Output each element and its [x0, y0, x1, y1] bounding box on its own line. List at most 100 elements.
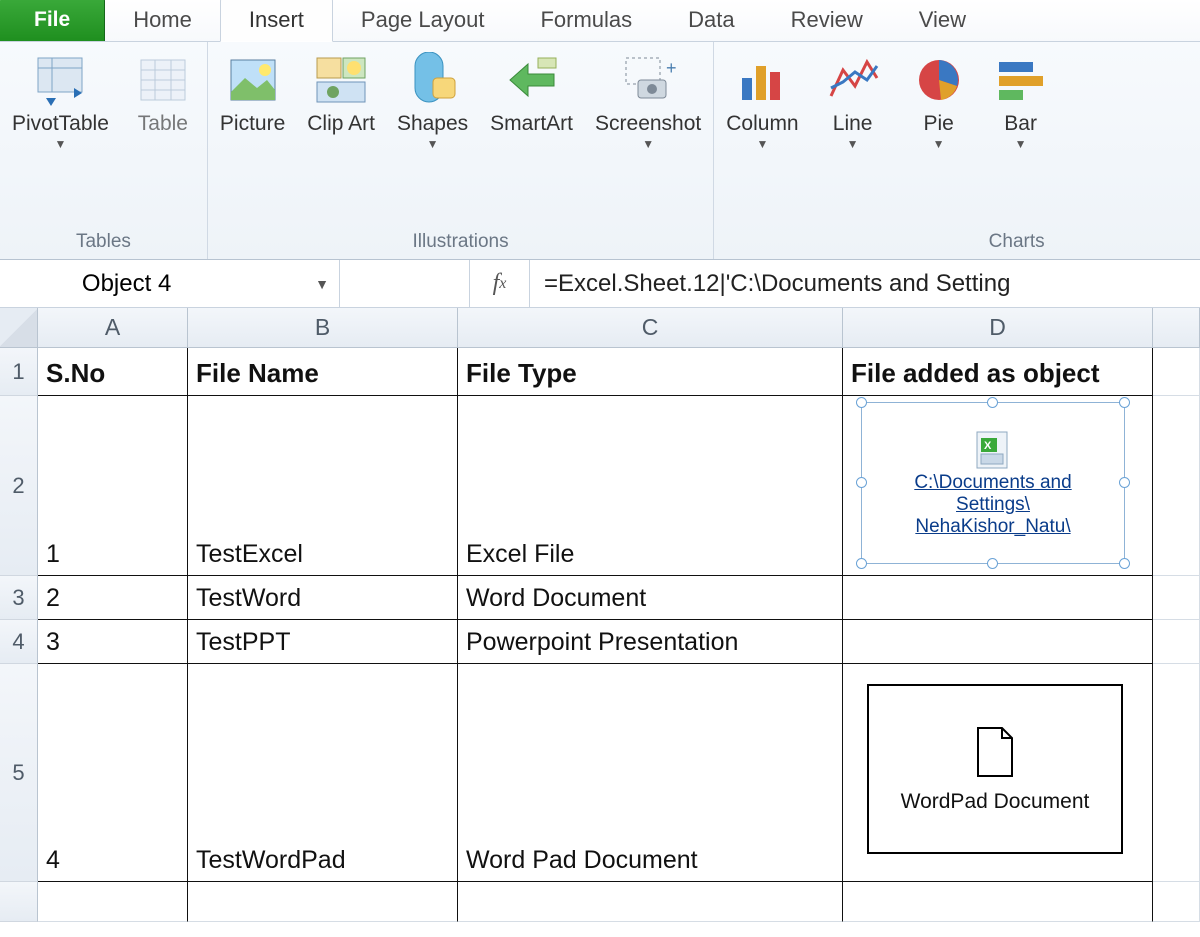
- cell-B4[interactable]: TestPPT: [188, 620, 458, 664]
- cell-C6[interactable]: [458, 882, 843, 922]
- shapes-button[interactable]: Shapes ▼: [389, 48, 476, 227]
- tab-view[interactable]: View: [891, 0, 994, 41]
- cell-E6[interactable]: [1153, 882, 1200, 922]
- chart-column-icon: [734, 52, 790, 108]
- cell-B5[interactable]: TestWordPad: [188, 664, 458, 882]
- tab-formulas[interactable]: Formulas: [512, 0, 660, 41]
- object-path-line2: Settings\: [956, 494, 1030, 516]
- embedded-object-wordpad[interactable]: WordPad Document: [867, 684, 1123, 854]
- name-box[interactable]: Object 4 ▼: [0, 260, 340, 307]
- chart-column-button[interactable]: Column ▼: [718, 48, 806, 227]
- fx-icon[interactable]: fx: [470, 260, 530, 307]
- cell-C2[interactable]: Excel File: [458, 396, 843, 576]
- shapes-label: Shapes: [397, 112, 468, 135]
- col-header-C[interactable]: C: [458, 308, 843, 347]
- cell-A6[interactable]: [38, 882, 188, 922]
- shapes-icon: [405, 52, 461, 108]
- cell-C4[interactable]: Powerpoint Presentation: [458, 620, 843, 664]
- col-header-A[interactable]: A: [38, 308, 188, 347]
- row-header-2[interactable]: 2: [0, 396, 38, 576]
- row-header-5[interactable]: 5: [0, 664, 38, 882]
- dropdown-arrow-icon: ▼: [1015, 137, 1027, 151]
- row-header-3[interactable]: 3: [0, 576, 38, 620]
- col-header-D[interactable]: D: [843, 308, 1153, 347]
- svg-text:+: +: [666, 58, 676, 78]
- select-all-corner[interactable]: [0, 308, 38, 347]
- object-path-line1: C:\Documents and: [914, 472, 1071, 494]
- tab-data[interactable]: Data: [660, 0, 762, 41]
- resize-handle[interactable]: [1119, 558, 1130, 569]
- row-header-4[interactable]: 4: [0, 620, 38, 664]
- cell-E1[interactable]: [1153, 348, 1200, 396]
- formula-bar: Object 4 ▼ fx: [0, 260, 1200, 308]
- resize-handle[interactable]: [856, 558, 867, 569]
- group-caption-tables: Tables: [4, 227, 203, 259]
- cell-E2[interactable]: [1153, 396, 1200, 576]
- tab-file[interactable]: File: [0, 0, 105, 41]
- cell-C5[interactable]: Word Pad Document: [458, 664, 843, 882]
- cell-A4[interactable]: 3: [38, 620, 188, 664]
- worksheet[interactable]: A B C D 1 S.No File Name File Type File …: [0, 308, 1200, 922]
- screenshot-button[interactable]: + Screenshot ▼: [587, 48, 709, 227]
- dropdown-arrow-icon: ▼: [55, 137, 67, 151]
- chart-column-label: Column: [726, 112, 798, 135]
- cell-B3[interactable]: TestWord: [188, 576, 458, 620]
- cell-A5[interactable]: 4: [38, 664, 188, 882]
- cell-D1[interactable]: File added as object: [843, 348, 1153, 396]
- col-header-B[interactable]: B: [188, 308, 458, 347]
- formula-input[interactable]: [530, 260, 1200, 307]
- chart-pie-label: Pie: [923, 112, 953, 135]
- clipart-button[interactable]: Clip Art: [299, 48, 383, 227]
- ribbon-group-tables: PivotTable ▼ Table Tables: [0, 42, 208, 259]
- cell-D6[interactable]: [843, 882, 1153, 922]
- ribbon-tabstrip: File Home Insert Page Layout Formulas Da…: [0, 0, 1200, 42]
- cell-D4[interactable]: [843, 620, 1153, 664]
- excel-file-icon: X: [971, 428, 1015, 472]
- chart-line-button[interactable]: Line ▼: [813, 48, 893, 227]
- screenshot-icon: +: [620, 52, 676, 108]
- cell-A3[interactable]: 2: [38, 576, 188, 620]
- cell-A1[interactable]: S.No: [38, 348, 188, 396]
- group-caption-illustrations: Illustrations: [212, 227, 709, 259]
- cell-E4[interactable]: [1153, 620, 1200, 664]
- resize-handle[interactable]: [856, 477, 867, 488]
- row-header-1[interactable]: 1: [0, 348, 38, 396]
- tab-review[interactable]: Review: [763, 0, 891, 41]
- tab-page-layout[interactable]: Page Layout: [333, 0, 513, 41]
- resize-handle[interactable]: [1119, 477, 1130, 488]
- col-header-extra[interactable]: [1153, 308, 1200, 347]
- picture-button[interactable]: Picture: [212, 48, 293, 227]
- cell-E5[interactable]: [1153, 664, 1200, 882]
- cell-B6[interactable]: [188, 882, 458, 922]
- cell-B2[interactable]: TestExcel: [188, 396, 458, 576]
- resize-handle[interactable]: [987, 397, 998, 408]
- tab-home[interactable]: Home: [105, 0, 220, 41]
- cell-E3[interactable]: [1153, 576, 1200, 620]
- group-caption-charts: Charts: [718, 227, 1056, 259]
- table-button[interactable]: Table: [123, 48, 203, 227]
- chart-pie-button[interactable]: Pie ▼: [899, 48, 979, 227]
- cell-A2[interactable]: 1: [38, 396, 188, 576]
- pivottable-button[interactable]: PivotTable ▼: [4, 48, 117, 227]
- resize-handle[interactable]: [856, 397, 867, 408]
- cell-B1[interactable]: File Name: [188, 348, 458, 396]
- cell-D2[interactable]: X C:\Documents and Settings\ NehaKishor_…: [843, 396, 1153, 576]
- name-box-dropdown-icon[interactable]: ▼: [315, 276, 329, 292]
- resize-handle[interactable]: [1119, 397, 1130, 408]
- chart-line-label: Line: [833, 112, 873, 135]
- tab-insert[interactable]: Insert: [220, 0, 333, 42]
- row-header-6[interactable]: [0, 882, 38, 922]
- clipart-label: Clip Art: [307, 112, 375, 135]
- column-headers: A B C D: [0, 308, 1200, 348]
- object-label: WordPad Document: [901, 790, 1090, 814]
- embedded-object-excel[interactable]: X C:\Documents and Settings\ NehaKishor_…: [861, 402, 1125, 564]
- resize-handle[interactable]: [987, 558, 998, 569]
- chart-bar-label: Bar: [1004, 112, 1037, 135]
- cell-D5[interactable]: WordPad Document: [843, 664, 1153, 882]
- chart-bar-button[interactable]: Bar ▼: [985, 48, 1057, 227]
- cell-C3[interactable]: Word Document: [458, 576, 843, 620]
- cell-D3[interactable]: [843, 576, 1153, 620]
- smartart-button[interactable]: SmartArt: [482, 48, 581, 227]
- screenshot-label: Screenshot: [595, 112, 701, 135]
- cell-C1[interactable]: File Type: [458, 348, 843, 396]
